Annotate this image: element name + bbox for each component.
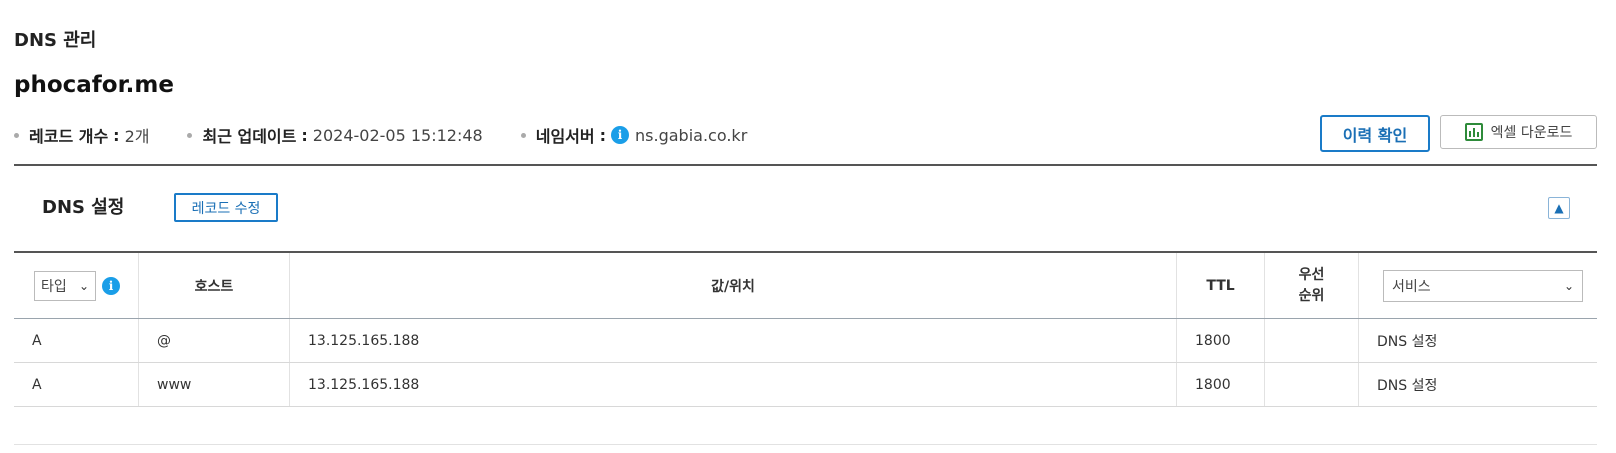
- type-filter-select[interactable]: 타입 ⌄: [34, 270, 96, 301]
- meta-colon: :: [301, 125, 308, 145]
- last-update-label: 최근 업데이트: [202, 127, 297, 146]
- footer-divider: [14, 444, 1597, 445]
- header-divider: [14, 164, 1597, 166]
- dns-settings-title: DNS 설정: [42, 197, 125, 218]
- priority-column-header: 우선 순위: [1265, 253, 1359, 318]
- section-label: DNS 관리: [14, 30, 97, 51]
- info-icon[interactable]: i: [102, 276, 120, 295]
- dns-record-table: 타입 ⌄ i 호스트 값/위치 TTL 우선 순위 서비스 ⌄ A @ 13.1…: [14, 251, 1597, 407]
- record-service: DNS 설정: [1377, 377, 1438, 394]
- priority-header-line2: 순위: [1298, 287, 1325, 304]
- host-column-header: 호스트: [139, 253, 290, 318]
- last-update-value: 2024-02-05 15:12:48: [312, 125, 483, 145]
- record-value: 13.125.165.188: [290, 319, 1177, 362]
- record-priority: [1265, 363, 1359, 406]
- service-filter-value: 서비스: [1392, 278, 1431, 295]
- ttl-column-header: TTL: [1177, 253, 1265, 318]
- record-type: A: [14, 363, 139, 406]
- record-ttl: 1800: [1177, 363, 1265, 406]
- last-update: 최근 업데이트 : 2024-02-05 15:12:48: [187, 123, 483, 147]
- chevron-down-icon: ⌄: [1563, 278, 1574, 293]
- excel-download-label: 엑셀 다운로드: [1490, 125, 1573, 141]
- record-host: www: [139, 363, 290, 406]
- table-row: A @ 13.125.165.188 1800 DNS 설정: [14, 319, 1597, 363]
- record-priority: [1265, 319, 1359, 362]
- info-icon[interactable]: i: [611, 126, 630, 144]
- record-service: DNS 설정: [1377, 333, 1438, 350]
- edit-records-button[interactable]: 레코드 수정: [174, 193, 278, 222]
- nameserver: 네임서버 : i ns.gabia.co.kr: [520, 123, 748, 147]
- record-ttl: 1800: [1177, 319, 1265, 362]
- nameserver-value: ns.gabia.co.kr: [635, 125, 748, 145]
- meta-colon: :: [599, 125, 607, 145]
- domain-meta: 레코드 개수 : 2개 최근 업데이트 : 2024-02-05 15:12:4…: [14, 123, 785, 147]
- record-count-label: 레코드 개수: [29, 127, 109, 146]
- record-count-value: 2개: [124, 127, 150, 146]
- excel-icon: [1464, 123, 1483, 141]
- record-count: 레코드 개수 : 2개: [14, 123, 149, 147]
- chevron-down-icon: ⌄: [78, 278, 89, 293]
- type-filter-value: 타입: [41, 278, 67, 295]
- service-column-header: 서비스 ⌄: [1359, 253, 1597, 318]
- bullet-icon: [187, 132, 193, 138]
- record-host: @: [139, 319, 290, 362]
- table-header: 타입 ⌄ i 호스트 값/위치 TTL 우선 순위 서비스 ⌄: [14, 251, 1597, 319]
- priority-header-line1: 우선: [1298, 266, 1325, 283]
- table-row: A www 13.125.165.188 1800 DNS 설정: [14, 363, 1597, 407]
- excel-download-button[interactable]: 엑셀 다운로드: [1440, 115, 1597, 149]
- chevron-up-icon[interactable]: ▲: [1548, 197, 1570, 219]
- record-type: A: [14, 319, 139, 362]
- service-filter-select[interactable]: 서비스 ⌄: [1383, 269, 1583, 302]
- bullet-icon: [14, 132, 19, 138]
- type-column-header: 타입 ⌄ i: [14, 253, 139, 318]
- domain-title: phocafor.me: [14, 72, 174, 98]
- bullet-icon: [520, 132, 526, 138]
- record-value: 13.125.165.188: [290, 363, 1177, 406]
- history-button[interactable]: 이력 확인: [1320, 115, 1430, 152]
- value-column-header: 값/위치: [290, 253, 1177, 318]
- meta-colon: :: [113, 125, 120, 145]
- nameserver-label: 네임서버: [535, 127, 595, 146]
